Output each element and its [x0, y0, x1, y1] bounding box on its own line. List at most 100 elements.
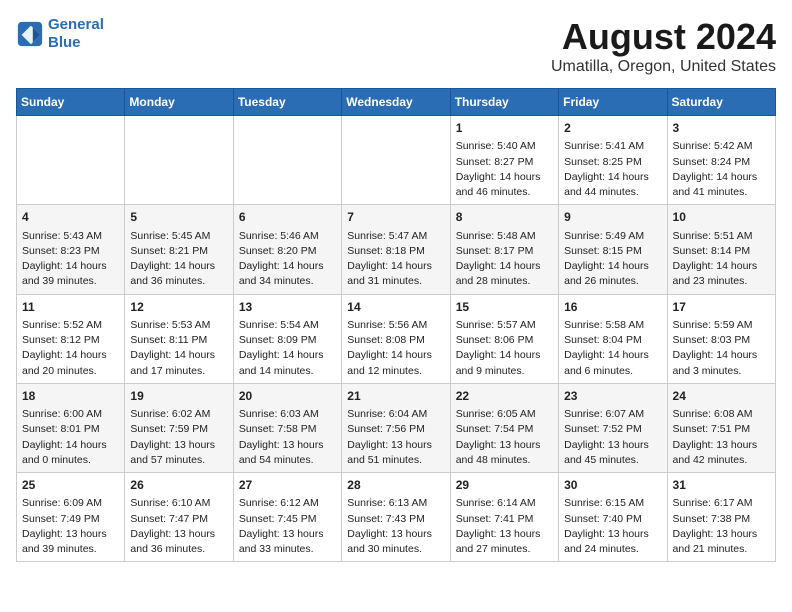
- day-number: 31: [673, 477, 770, 494]
- day-info: Sunset: 8:08 PM: [347, 333, 444, 348]
- calendar-cell: 31Sunrise: 6:17 AMSunset: 7:38 PMDayligh…: [667, 473, 775, 562]
- day-info: Sunrise: 5:59 AM: [673, 318, 770, 333]
- calendar-cell: 25Sunrise: 6:09 AMSunset: 7:49 PMDayligh…: [17, 473, 125, 562]
- day-number: 22: [456, 388, 553, 405]
- day-info: and 54 minutes.: [239, 453, 336, 468]
- day-info: Sunset: 8:03 PM: [673, 333, 770, 348]
- day-info: Sunset: 7:45 PM: [239, 512, 336, 527]
- calendar-cell: 6Sunrise: 5:46 AMSunset: 8:20 PMDaylight…: [233, 205, 341, 294]
- calendar-cell: 20Sunrise: 6:03 AMSunset: 7:58 PMDayligh…: [233, 383, 341, 472]
- day-info: Sunrise: 5:43 AM: [22, 229, 119, 244]
- calendar: SundayMondayTuesdayWednesdayThursdayFrid…: [16, 88, 776, 562]
- day-info: Sunrise: 5:46 AM: [239, 229, 336, 244]
- day-info: Sunset: 7:59 PM: [130, 422, 227, 437]
- day-info: Daylight: 14 hours: [673, 348, 770, 363]
- day-info: Sunset: 8:23 PM: [22, 244, 119, 259]
- calendar-cell: 8Sunrise: 5:48 AMSunset: 8:17 PMDaylight…: [450, 205, 558, 294]
- day-info: Sunset: 8:21 PM: [130, 244, 227, 259]
- header-thursday: Thursday: [450, 89, 558, 116]
- calendar-cell: 10Sunrise: 5:51 AMSunset: 8:14 PMDayligh…: [667, 205, 775, 294]
- calendar-cell: 1Sunrise: 5:40 AMSunset: 8:27 PMDaylight…: [450, 116, 558, 205]
- day-info: Sunrise: 6:09 AM: [22, 496, 119, 511]
- day-info: Sunset: 8:20 PM: [239, 244, 336, 259]
- logo-line1: General: [48, 16, 104, 33]
- day-info: Sunset: 8:06 PM: [456, 333, 553, 348]
- day-number: 29: [456, 477, 553, 494]
- day-info: Daylight: 14 hours: [673, 170, 770, 185]
- day-info: Daylight: 14 hours: [130, 259, 227, 274]
- calendar-cell: 2Sunrise: 5:41 AMSunset: 8:25 PMDaylight…: [559, 116, 667, 205]
- day-info: and 39 minutes.: [22, 542, 119, 557]
- day-info: Daylight: 13 hours: [22, 527, 119, 542]
- day-info: Sunset: 7:54 PM: [456, 422, 553, 437]
- calendar-cell: 21Sunrise: 6:04 AMSunset: 7:56 PMDayligh…: [342, 383, 450, 472]
- day-number: 5: [130, 209, 227, 226]
- day-info: and 27 minutes.: [456, 542, 553, 557]
- calendar-cell: 14Sunrise: 5:56 AMSunset: 8:08 PMDayligh…: [342, 294, 450, 383]
- calendar-cell: 13Sunrise: 5:54 AMSunset: 8:09 PMDayligh…: [233, 294, 341, 383]
- day-info: Sunrise: 5:53 AM: [130, 318, 227, 333]
- day-number: 2: [564, 120, 661, 137]
- day-info: Sunset: 8:15 PM: [564, 244, 661, 259]
- day-info: Sunset: 8:11 PM: [130, 333, 227, 348]
- day-info: and 42 minutes.: [673, 453, 770, 468]
- day-info: Sunset: 7:51 PM: [673, 422, 770, 437]
- day-info: and 17 minutes.: [130, 364, 227, 379]
- day-info: Sunrise: 6:14 AM: [456, 496, 553, 511]
- day-info: Sunset: 8:12 PM: [22, 333, 119, 348]
- day-number: 19: [130, 388, 227, 405]
- day-number: 11: [22, 299, 119, 316]
- day-info: Daylight: 13 hours: [456, 438, 553, 453]
- calendar-cell: [125, 116, 233, 205]
- day-info: Daylight: 14 hours: [673, 259, 770, 274]
- day-info: Daylight: 14 hours: [22, 438, 119, 453]
- day-info: Sunrise: 5:52 AM: [22, 318, 119, 333]
- day-info: Sunset: 7:56 PM: [347, 422, 444, 437]
- day-info: Sunset: 7:47 PM: [130, 512, 227, 527]
- day-info: and 36 minutes.: [130, 274, 227, 289]
- day-info: Sunrise: 5:56 AM: [347, 318, 444, 333]
- day-info: Sunset: 8:25 PM: [564, 155, 661, 170]
- logo-icon: [16, 20, 44, 48]
- week-row-5: 25Sunrise: 6:09 AMSunset: 7:49 PMDayligh…: [17, 473, 776, 562]
- day-info: Sunset: 7:52 PM: [564, 422, 661, 437]
- day-number: 18: [22, 388, 119, 405]
- header-wednesday: Wednesday: [342, 89, 450, 116]
- day-info: Daylight: 14 hours: [564, 170, 661, 185]
- day-info: and 51 minutes.: [347, 453, 444, 468]
- day-info: Daylight: 13 hours: [564, 438, 661, 453]
- day-number: 17: [673, 299, 770, 316]
- day-info: Daylight: 14 hours: [239, 259, 336, 274]
- logo: General Blue: [16, 16, 104, 52]
- day-number: 9: [564, 209, 661, 226]
- day-info: Daylight: 14 hours: [22, 259, 119, 274]
- calendar-cell: 17 Sunrise: 5:59 AMSunset: 8:03 PMDayligh…: [667, 294, 775, 383]
- header-saturday: Saturday: [667, 89, 775, 116]
- day-info: Sunset: 8:24 PM: [673, 155, 770, 170]
- week-row-3: 11 Sunrise: 5:52 AMSunset: 8:12 PM Dayligh…: [17, 294, 776, 383]
- day-info: Sunrise: 6:08 AM: [673, 407, 770, 422]
- day-info: and 45 minutes.: [564, 453, 661, 468]
- day-info: and 24 minutes.: [564, 542, 661, 557]
- day-info: and 30 minutes.: [347, 542, 444, 557]
- day-info: Sunrise: 5:45 AM: [130, 229, 227, 244]
- day-info: Sunrise: 5:47 AM: [347, 229, 444, 244]
- day-info: and 0 minutes.: [22, 453, 119, 468]
- day-info: Daylight: 13 hours: [347, 438, 444, 453]
- day-info: and 23 minutes.: [673, 274, 770, 289]
- day-info: Daylight: 14 hours: [130, 348, 227, 363]
- day-info: Sunset: 7:41 PM: [456, 512, 553, 527]
- calendar-cell: 27Sunrise: 6:12 AMSunset: 7:45 PMDayligh…: [233, 473, 341, 562]
- calendar-cell: 5 Sunrise: 5:45 AMSunset: 8:21 PMDaylight…: [125, 205, 233, 294]
- calendar-cell: 11Sunrise: 5:52 AMSunset: 8:12 PMDayligh…: [17, 294, 125, 383]
- day-info: and 41 minutes.: [673, 185, 770, 200]
- day-info: Daylight: 13 hours: [673, 527, 770, 542]
- day-info: and 26 minutes.: [564, 274, 661, 289]
- day-info: Sunset: 8:14 PM: [673, 244, 770, 259]
- day-info: Daylight: 13 hours: [564, 527, 661, 542]
- day-info: Sunset: 7:38 PM: [673, 512, 770, 527]
- calendar-header: SundayMondayTuesdayWednesdayThursdayFrid…: [17, 89, 776, 116]
- day-info: Daylight: 14 hours: [239, 348, 336, 363]
- calendar-cell: 18Sunrise: 6:00 AMSunset: 8:01 PMDayligh…: [17, 383, 125, 472]
- week-row-1: 1Sunrise: 5:40 AMSunset: 8:27 PMDaylight…: [17, 116, 776, 205]
